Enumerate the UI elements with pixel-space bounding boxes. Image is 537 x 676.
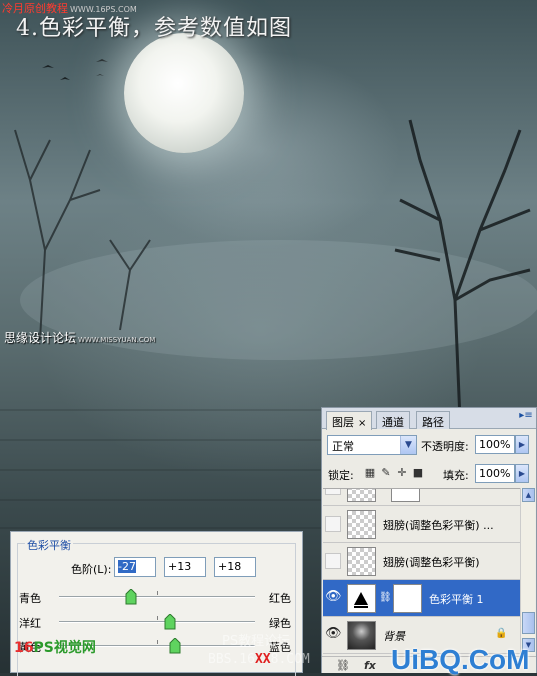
link-icon[interactable]: ⛓ bbox=[379, 592, 392, 603]
layers-panel: 图层 × 通道 路径 ▸≡ 正常 ▼ 不透明度: 100% ▶ 锁定: ▦ ✎ ✛ … bbox=[321, 407, 537, 673]
layer-row-selected[interactable]: 👁 ⛓ 色彩平衡 1 bbox=[323, 580, 520, 617]
slider-center-tick bbox=[157, 616, 158, 620]
slider-thumb[interactable] bbox=[164, 613, 176, 630]
layer-thumbnail bbox=[347, 547, 376, 576]
layer-name: 色彩平衡 1 bbox=[429, 593, 484, 606]
watermark-bottom: 16PS视觉网 bbox=[14, 640, 96, 656]
layer-mask-thumbnail bbox=[391, 489, 420, 502]
fill-input[interactable]: 100% bbox=[475, 464, 515, 483]
watermark-uibq: UiBQ.CoM bbox=[391, 644, 530, 675]
levels-label: 色阶(L): bbox=[71, 563, 112, 576]
layer-thumbnail bbox=[347, 510, 376, 539]
layer-row[interactable]: 翅膀(调整色彩平衡) ... bbox=[323, 506, 520, 543]
lock-label: 锁定: bbox=[328, 469, 354, 482]
visibility-toggle[interactable] bbox=[325, 489, 341, 495]
eye-icon[interactable]: 👁 bbox=[325, 627, 342, 643]
visibility-toggle[interactable] bbox=[325, 516, 341, 532]
panel-title: 色彩平衡 bbox=[25, 537, 73, 553]
level-input-yellow-blue[interactable]: +18 bbox=[214, 557, 256, 577]
slider-thumb[interactable] bbox=[169, 637, 181, 654]
layer-name: 翅膀(调整色彩平衡) bbox=[383, 556, 480, 569]
panel-tabs: 图层 × 通道 路径 ▸≡ bbox=[322, 408, 536, 430]
slider-label-green: 绿色 bbox=[269, 617, 291, 630]
opacity-arrow-icon[interactable]: ▶ bbox=[515, 435, 529, 454]
watermark-forum: PS教程论坛 bbox=[222, 634, 291, 649]
scroll-thumb[interactable] bbox=[522, 612, 535, 634]
fx-icon[interactable]: fx bbox=[364, 659, 376, 672]
tutorial-step-title: 4.色彩平衡，参考数值如图 bbox=[16, 16, 292, 41]
layer-row[interactable]: 翅膀(调整色彩平衡) bbox=[323, 543, 520, 580]
layer-name: 背景 bbox=[383, 630, 405, 643]
visibility-toggle[interactable] bbox=[325, 553, 341, 569]
slider-thumb[interactable] bbox=[125, 588, 137, 605]
layer-mask-thumbnail bbox=[393, 584, 422, 613]
panel-menu-icon[interactable]: ▸≡ bbox=[519, 410, 533, 426]
background-thumbnail bbox=[347, 621, 376, 650]
level-input-magenta-green[interactable]: +13 bbox=[164, 557, 206, 577]
blend-mode-select[interactable]: 正常 ▼ bbox=[327, 435, 417, 455]
slider-track-cyan-red[interactable] bbox=[59, 596, 255, 598]
lock-all-icon[interactable]: ■ bbox=[412, 467, 424, 479]
adjustment-thumbnail bbox=[347, 584, 376, 613]
slider-label-magenta: 洋红 bbox=[19, 617, 41, 630]
chevron-down-icon: ▼ bbox=[400, 436, 416, 454]
close-icon[interactable]: × bbox=[358, 418, 366, 429]
lock-position-icon[interactable]: ✛ bbox=[396, 467, 408, 479]
tab-layers[interactable]: 图层 × bbox=[326, 411, 373, 430]
watermark-bbs: BBS.16XX8.COM bbox=[208, 652, 310, 667]
slider-center-tick bbox=[157, 640, 158, 644]
scroll-up-icon[interactable]: ▲ bbox=[522, 488, 535, 502]
fill-arrow-icon[interactable]: ▶ bbox=[515, 464, 529, 483]
moon bbox=[124, 33, 244, 153]
tab-channels[interactable]: 通道 bbox=[376, 411, 410, 429]
watermark-mid: 思缘设计论坛 WWW.MISSYUAN.COM bbox=[4, 331, 156, 345]
slider-label-cyan: 青色 bbox=[19, 592, 41, 605]
link-icon[interactable]: ⛓ bbox=[336, 659, 350, 672]
layer-row[interactable] bbox=[323, 489, 520, 506]
layers-list: 翅膀(调整色彩平衡) ... 翅膀(调整色彩平衡) 👁 ⛓ 色彩平衡 1 👁 背… bbox=[323, 488, 520, 654]
lock-transparency-icon[interactable]: ▦ bbox=[364, 467, 376, 479]
slider-center-tick bbox=[157, 591, 158, 595]
eye-icon[interactable]: 👁 bbox=[325, 590, 342, 606]
layer-name: 翅膀(调整色彩平衡) ... bbox=[383, 519, 494, 532]
opacity-input[interactable]: 100% bbox=[475, 435, 515, 454]
layers-scrollbar[interactable]: ▲ ▼ bbox=[520, 488, 535, 654]
level-input-cyan-red[interactable]: -27 bbox=[114, 557, 156, 577]
tab-paths[interactable]: 路径 bbox=[416, 411, 450, 429]
slider-label-red: 红色 bbox=[269, 592, 291, 605]
opacity-label: 不透明度: bbox=[421, 440, 469, 453]
slider-track-magenta-green[interactable] bbox=[59, 621, 255, 623]
lock-icon: 🔒 bbox=[495, 628, 508, 639]
lock-pixels-icon[interactable]: ✎ bbox=[380, 467, 392, 479]
layer-thumbnail bbox=[347, 489, 376, 502]
fill-label: 填充: bbox=[443, 469, 469, 482]
